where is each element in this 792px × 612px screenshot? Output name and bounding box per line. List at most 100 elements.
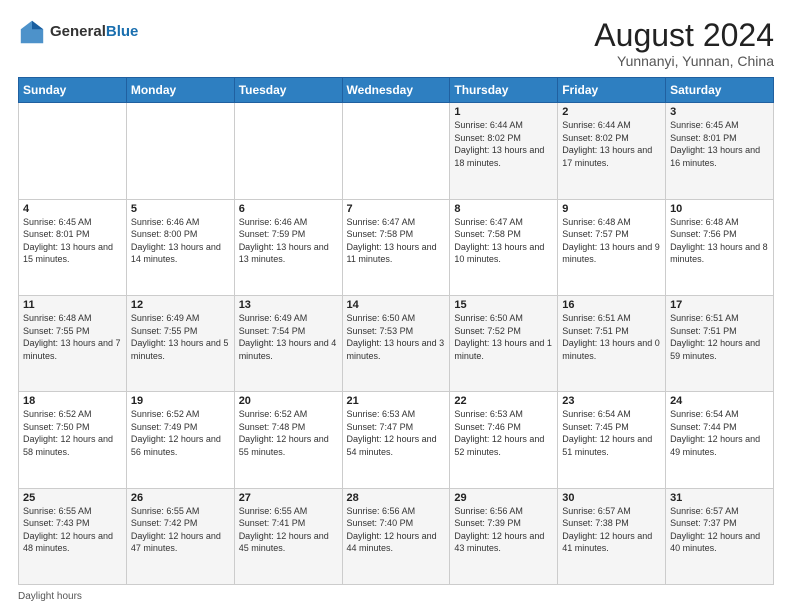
calendar-cell: 20Sunrise: 6:52 AM Sunset: 7:48 PM Dayli… [234,392,342,488]
calendar-week-row: 25Sunrise: 6:55 AM Sunset: 7:43 PM Dayli… [19,488,774,584]
calendar-header-cell: Saturday [666,78,774,103]
calendar-week-row: 18Sunrise: 6:52 AM Sunset: 7:50 PM Dayli… [19,392,774,488]
calendar-cell: 29Sunrise: 6:56 AM Sunset: 7:39 PM Dayli… [450,488,558,584]
day-number: 18 [23,395,122,407]
day-info: Sunrise: 6:52 AM Sunset: 7:50 PM Dayligh… [23,408,122,458]
calendar-cell: 1Sunrise: 6:44 AM Sunset: 8:02 PM Daylig… [450,103,558,199]
day-number: 15 [454,299,553,311]
day-number: 11 [23,299,122,311]
day-number: 30 [562,492,661,504]
day-number: 20 [239,395,338,407]
day-info: Sunrise: 6:52 AM Sunset: 7:48 PM Dayligh… [239,408,338,458]
day-number: 3 [670,106,769,118]
day-info: Sunrise: 6:56 AM Sunset: 7:39 PM Dayligh… [454,505,553,555]
calendar-week-row: 11Sunrise: 6:48 AM Sunset: 7:55 PM Dayli… [19,295,774,391]
calendar-week-row: 1 Sunrise: 6:44 AM Sunset: 8:02 PM Daylig… [19,103,774,199]
day-info: Sunrise: 6:53 AM Sunset: 7:47 PM Dayligh… [347,408,446,458]
calendar-week-row: 4Sunrise: 6:45 AM Sunset: 8:01 PM Daylig… [19,199,774,295]
day-number: 8 [454,203,553,215]
day-info: Sunrise: 6:54 AM Sunset: 7:44 PM Dayligh… [670,408,769,458]
calendar-cell: 8Sunrise: 6:47 AM Sunset: 7:58 PM Daylig… [450,199,558,295]
title-block: August 2024 Yunnanyi, Yunnan, China [594,18,774,69]
calendar-cell: 5Sunrise: 6:46 AM Sunset: 8:00 PM Daylig… [126,199,234,295]
subtitle: Yunnanyi, Yunnan, China [594,53,774,69]
calendar-header-cell: Thursday [450,78,558,103]
day-number: 6 [239,203,338,215]
calendar-header-cell: Tuesday [234,78,342,103]
day-info: Sunrise: 6:50 AM Sunset: 7:52 PM Dayligh… [454,312,553,362]
day-number: 7 [347,203,446,215]
day-number: 14 [347,299,446,311]
day-info: Sunrise: 6:47 AM Sunset: 7:58 PM Dayligh… [347,216,446,266]
calendar-cell: 21Sunrise: 6:53 AM Sunset: 7:47 PM Dayli… [342,392,450,488]
day-info: Sunrise: 6:44 AM Sunset: 8:02 PM Dayligh… [562,119,661,169]
calendar-cell: 15Sunrise: 6:50 AM Sunset: 7:52 PM Dayli… [450,295,558,391]
calendar-cell: 25Sunrise: 6:55 AM Sunset: 7:43 PM Dayli… [19,488,127,584]
calendar-cell: 11Sunrise: 6:48 AM Sunset: 7:55 PM Dayli… [19,295,127,391]
day-info: Sunrise: 6:46 AM Sunset: 7:59 PM Dayligh… [239,216,338,266]
day-info: Sunrise: 6:55 AM Sunset: 7:41 PM Dayligh… [239,505,338,555]
day-number: 27 [239,492,338,504]
day-number: 12 [131,299,230,311]
calendar-cell: 30Sunrise: 6:57 AM Sunset: 7:38 PM Dayli… [558,488,666,584]
calendar-cell: 7Sunrise: 6:47 AM Sunset: 7:58 PM Daylig… [342,199,450,295]
logo-text: GeneralBlue [50,24,138,41]
calendar-header-cell: Friday [558,78,666,103]
header: GeneralBlue August 2024 Yunnanyi, Yunnan… [18,18,774,69]
day-info: Sunrise: 6:52 AM Sunset: 7:49 PM Dayligh… [131,408,230,458]
day-number: 16 [562,299,661,311]
day-number: 29 [454,492,553,504]
calendar-cell: 2Sunrise: 6:44 AM Sunset: 8:02 PM Daylig… [558,103,666,199]
day-number: 28 [347,492,446,504]
calendar-cell: 27Sunrise: 6:55 AM Sunset: 7:41 PM Dayli… [234,488,342,584]
day-info: Sunrise: 6:49 AM Sunset: 7:55 PM Dayligh… [131,312,230,362]
day-number: 31 [670,492,769,504]
calendar-cell: 26Sunrise: 6:55 AM Sunset: 7:42 PM Dayli… [126,488,234,584]
day-info: Sunrise: 6:48 AM Sunset: 7:57 PM Dayligh… [562,216,661,266]
calendar-cell: 23Sunrise: 6:54 AM Sunset: 7:45 PM Dayli… [558,392,666,488]
day-number: 1 [454,106,553,118]
day-info: Sunrise: 6:50 AM Sunset: 7:53 PM Dayligh… [347,312,446,362]
calendar-cell [234,103,342,199]
day-info: Sunrise: 6:51 AM Sunset: 7:51 PM Dayligh… [670,312,769,362]
page: GeneralBlue August 2024 Yunnanyi, Yunnan… [0,0,792,612]
calendar-cell: 22Sunrise: 6:53 AM Sunset: 7:46 PM Dayli… [450,392,558,488]
footer: Daylight hours [18,591,774,602]
main-title: August 2024 [594,18,774,53]
logo: GeneralBlue [18,18,138,46]
day-number: 23 [562,395,661,407]
day-number: 2 [562,106,661,118]
calendar-cell: 13Sunrise: 6:49 AM Sunset: 7:54 PM Dayli… [234,295,342,391]
day-info: Sunrise: 6:51 AM Sunset: 7:51 PM Dayligh… [562,312,661,362]
calendar-header-row: SundayMondayTuesdayWednesdayThursdayFrid… [19,78,774,103]
calendar-cell: 17Sunrise: 6:51 AM Sunset: 7:51 PM Dayli… [666,295,774,391]
calendar-cell: 10Sunrise: 6:48 AM Sunset: 7:56 PM Dayli… [666,199,774,295]
day-info: Sunrise: 6:45 AM Sunset: 8:01 PM Dayligh… [670,119,769,169]
calendar-cell: 3Sunrise: 6:45 AM Sunset: 8:01 PM Daylig… [666,103,774,199]
day-number: 21 [347,395,446,407]
calendar-cell: 14Sunrise: 6:50 AM Sunset: 7:53 PM Dayli… [342,295,450,391]
day-number: 5 [131,203,230,215]
calendar-cell: 9Sunrise: 6:48 AM Sunset: 7:57 PM Daylig… [558,199,666,295]
day-number: 25 [23,492,122,504]
calendar-table: SundayMondayTuesdayWednesdayThursdayFrid… [18,77,774,585]
day-number: 19 [131,395,230,407]
calendar-cell: 24Sunrise: 6:54 AM Sunset: 7:44 PM Dayli… [666,392,774,488]
day-number: 4 [23,203,122,215]
day-number: 26 [131,492,230,504]
calendar-cell [126,103,234,199]
day-info: Sunrise: 6:48 AM Sunset: 7:55 PM Dayligh… [23,312,122,362]
calendar-cell [19,103,127,199]
day-info: Sunrise: 6:56 AM Sunset: 7:40 PM Dayligh… [347,505,446,555]
day-info: Sunrise: 6:53 AM Sunset: 7:46 PM Dayligh… [454,408,553,458]
calendar-header-cell: Monday [126,78,234,103]
day-number: 24 [670,395,769,407]
day-info: Sunrise: 6:48 AM Sunset: 7:56 PM Dayligh… [670,216,769,266]
day-number: 22 [454,395,553,407]
day-info: Sunrise: 6:57 AM Sunset: 7:37 PM Dayligh… [670,505,769,555]
calendar-cell: 18Sunrise: 6:52 AM Sunset: 7:50 PM Dayli… [19,392,127,488]
day-info: Sunrise: 6:45 AM Sunset: 8:01 PM Dayligh… [23,216,122,266]
day-info: Sunrise: 6:46 AM Sunset: 8:00 PM Dayligh… [131,216,230,266]
calendar-cell: 28Sunrise: 6:56 AM Sunset: 7:40 PM Dayli… [342,488,450,584]
day-info: Sunrise: 6:54 AM Sunset: 7:45 PM Dayligh… [562,408,661,458]
